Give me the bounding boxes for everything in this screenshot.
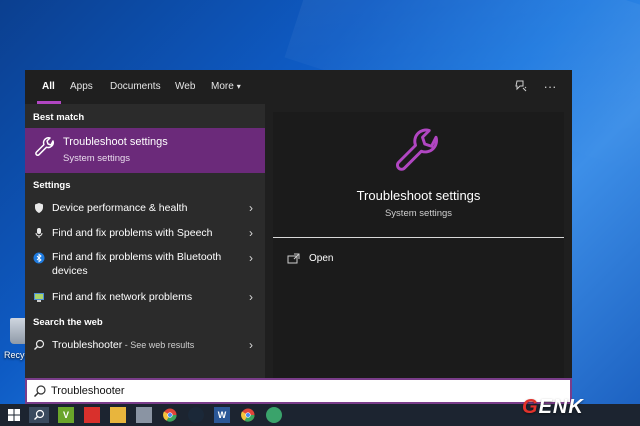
tab-documents[interactable]: Documents: [110, 81, 161, 92]
search-icon: [33, 384, 47, 398]
web-suffix: - See web results: [122, 340, 195, 350]
v-app-icon[interactable]: V: [58, 407, 74, 423]
start-search-panel: All Apps Documents Web More ▾ ··· Best ma…: [25, 70, 572, 378]
preview-title: Troubleshoot settings: [356, 188, 481, 203]
chevron-right-icon[interactable]: ›: [249, 290, 253, 304]
best-match-heading: Best match: [33, 112, 85, 123]
settings-item-speech[interactable]: Find and fix problems with Speech ›: [25, 221, 265, 245]
tab-web[interactable]: Web: [175, 81, 195, 92]
green-app-icon[interactable]: [266, 407, 282, 423]
bluetooth-icon: [33, 252, 45, 264]
search-box[interactable]: [25, 378, 572, 404]
tab-apps[interactable]: Apps: [70, 81, 93, 92]
chevron-down-icon: ▾: [236, 82, 241, 91]
settings-item-network[interactable]: Find and fix network problems ›: [25, 285, 265, 309]
settings-item-label: Device performance & health: [52, 202, 188, 214]
more-options-icon[interactable]: ···: [542, 79, 558, 95]
open-icon: [287, 252, 301, 264]
settings-item-label: Find and fix problems with Bluetooth dev…: [52, 251, 222, 277]
chevron-right-icon[interactable]: ›: [249, 251, 253, 265]
steam-icon[interactable]: [188, 407, 204, 423]
best-match-result[interactable]: Troubleshoot settings System settings: [25, 128, 265, 173]
tab-more[interactable]: More ▾: [211, 81, 241, 92]
chrome-alt-icon[interactable]: [240, 407, 256, 423]
search-icon: [33, 339, 45, 351]
web-result-text: Troubleshooter - See web results: [52, 339, 194, 351]
wrench-icon: [391, 126, 445, 180]
search-web-heading: Search the web: [33, 317, 103, 328]
watermark-rest: ENK: [538, 396, 584, 418]
genk-watermark: GENK: [522, 396, 584, 419]
wrench-icon: [33, 136, 57, 160]
settings-item-device-performance[interactable]: Device performance & health ›: [25, 196, 265, 220]
search-input[interactable]: [51, 383, 551, 399]
web-query: Troubleshooter: [52, 339, 123, 351]
pc-app-icon[interactable]: [136, 407, 152, 423]
preview-subtitle: System settings: [384, 208, 453, 219]
tab-more-label: More: [211, 81, 234, 92]
preview-pane: Troubleshoot settings System settings Op…: [273, 112, 564, 378]
windows-start-icon[interactable]: [6, 407, 22, 423]
open-label: Open: [309, 253, 334, 264]
watermark-g: G: [522, 396, 539, 418]
network-icon: [33, 291, 45, 303]
best-match-subtitle: System settings: [63, 153, 131, 164]
file-explorer-icon[interactable]: [110, 407, 126, 423]
settings-item-bluetooth[interactable]: Find and fix problems with Bluetooth dev…: [25, 246, 265, 286]
chevron-right-icon[interactable]: ›: [249, 338, 253, 352]
results-list: Best match Troubleshoot settings System …: [25, 104, 265, 378]
settings-item-label: Find and fix network problems: [52, 291, 193, 303]
chevron-right-icon[interactable]: ›: [249, 226, 253, 240]
tab-all[interactable]: All: [42, 81, 55, 92]
settings-heading: Settings: [33, 180, 71, 191]
word-icon[interactable]: W: [214, 407, 230, 423]
chevron-right-icon[interactable]: ›: [249, 201, 253, 215]
web-result[interactable]: Troubleshooter - See web results ›: [25, 333, 265, 357]
feedback-icon[interactable]: [513, 79, 529, 95]
microphone-icon: [33, 227, 45, 239]
chrome-icon[interactable]: [162, 407, 178, 423]
divider: [273, 237, 564, 238]
taskbar-search-icon[interactable]: [29, 407, 49, 423]
shield-icon: [33, 202, 45, 214]
red-app-icon[interactable]: [84, 407, 100, 423]
best-match-title: Troubleshoot settings: [63, 136, 168, 148]
settings-item-label: Find and fix problems with Speech: [52, 227, 213, 239]
search-tabs: All Apps Documents Web More ▾ ···: [25, 70, 572, 104]
